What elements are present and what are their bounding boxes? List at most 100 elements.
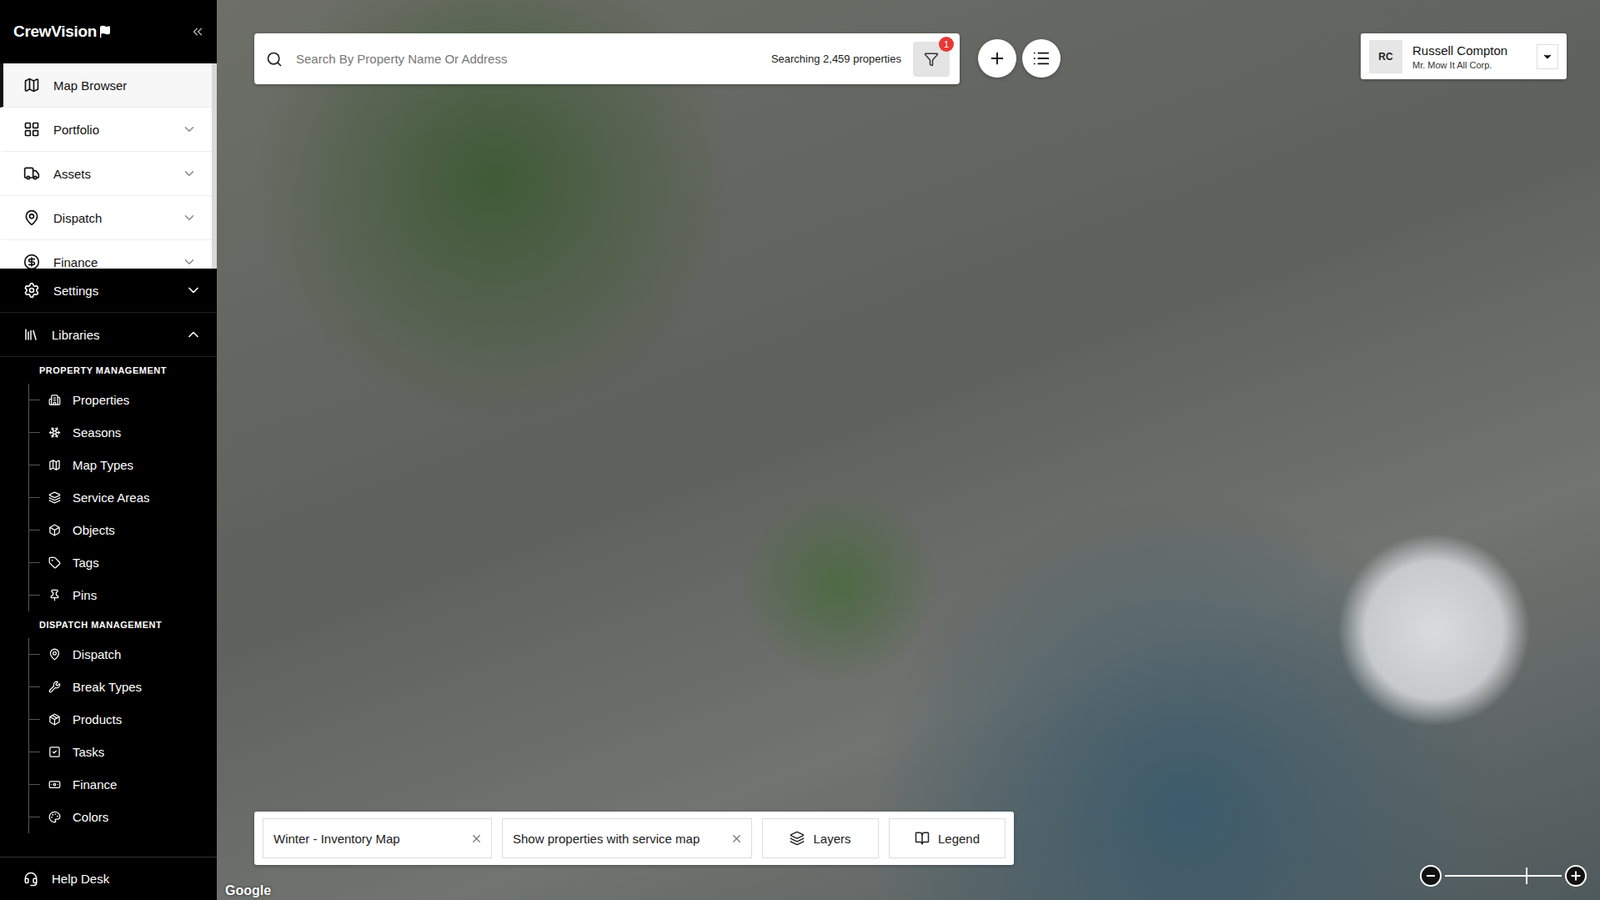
filter-button[interactable]: 1 [912,41,950,77]
user-company: Mr. Mow It All Corp. [1412,60,1527,71]
nav-label: Finance [53,255,169,270]
help-desk[interactable]: Help Desk [0,856,217,900]
group-title: DISPATCH MANAGEMENT [0,611,217,638]
library-icon [23,326,39,342]
chevron-icon [181,210,197,226]
zoom-track[interactable] [1444,874,1562,877]
library-item[interactable]: Properties [0,383,217,417]
plus-icon [988,49,1007,68]
library-item-icon [48,588,61,602]
nav-label: Assets [53,166,169,181]
nav-item[interactable]: Portfolio [0,107,212,152]
library-item[interactable]: Seasons [0,416,217,449]
nav-icon [23,165,41,182]
map-attribution: Google [225,882,271,898]
library-item-label: Map Types [72,457,134,472]
zoom-handle[interactable] [1525,867,1528,884]
headset-icon [23,871,39,887]
library-item-icon [48,712,61,726]
library-item-label: Dispatch [72,647,121,662]
help-label: Help Desk [51,871,110,886]
library-item-icon [48,777,61,791]
add-button[interactable] [978,39,1017,78]
nav-icon [23,253,41,269]
settings-row[interactable]: Settings [0,268,217,313]
library-item-label: Objects [72,522,116,537]
library-item-label: Pins [72,587,97,602]
close-icon [730,832,743,845]
library-item[interactable]: Dispatch [0,637,217,671]
library-item[interactable]: Products [0,702,217,736]
avatar: RC [1369,40,1403,74]
chevron-icon [181,254,197,269]
library-item[interactable]: Objects [0,513,217,547]
chevron-icon [185,281,202,299]
nav-icon [23,120,41,138]
search-icon [265,50,283,68]
library-item-icon [48,393,61,407]
sidebar: CrewVision Map Browser Portfolio Assets Disp… [0,0,217,900]
zoom-in-button[interactable] [1564,864,1587,887]
settings-label: Settings [53,283,172,298]
library-item[interactable]: Tasks [0,735,217,768]
library-item[interactable]: Map Types [0,448,217,482]
library-group: DISPATCH MANAGEMENT Dispatch Break Types Pr… [0,611,217,833]
library-group: PROPERTY MANAGEMENTPropertiesSeasonsMap … [0,356,217,612]
nav-item[interactable]: Assets [0,151,212,196]
nav-label: Map Browser [53,78,197,93]
map-type-value: Winter - Inventory Map [273,831,464,846]
libraries-row[interactable]: Libraries [0,312,217,357]
library-item-icon [48,491,61,504]
map[interactable]: Searching 2,459 properties 1 RC Russell Com… [216,0,1600,900]
layers-button[interactable]: Layers [762,817,879,858]
user-menu-button[interactable] [1536,44,1559,70]
layers-icon [789,830,805,846]
plus-icon [1569,868,1583,883]
logo-text: CrewVision [13,22,97,41]
filter-badge: 1 [938,36,954,52]
map-type-field[interactable]: Winter - Inventory Map [262,817,492,858]
library-item-icon [48,647,61,661]
minus-icon [1426,874,1435,877]
search-count: Searching 2,459 properties [771,52,902,66]
user-text: Russell Compton Mr. Mow It All Corp. [1412,43,1527,71]
user-name: Russell Compton [1412,43,1527,58]
main-nav: Map Browser Portfolio Assets Dispatch Financ… [0,63,217,269]
chevron-icon [181,121,197,137]
nav-item[interactable]: Map Browser [0,63,212,108]
library-item-icon [48,458,61,472]
library-item[interactable]: Break Types [0,670,217,703]
zoom-control [1419,864,1587,887]
filter-icon [923,51,939,67]
search-input[interactable] [294,50,760,67]
logo[interactable]: CrewVision [13,22,112,41]
library-item-label: Colors [72,809,109,824]
app: CrewVision Map Browser Portfolio Assets Disp… [0,0,1600,900]
collapse-button[interactable] [190,24,206,40]
chevrons-left-icon [190,24,206,40]
nav-item[interactable]: Finance [0,240,212,269]
close-icon [470,832,483,845]
library-item-label: Break Types [72,679,142,694]
library-item-label: Tasks [72,744,105,759]
map-toolbar: Winter - Inventory Map Show properties wi… [254,811,1014,865]
library-item[interactable]: Service Areas [0,481,217,514]
library-item-icon [48,556,61,569]
user-card[interactable]: RC Russell Compton Mr. Mow It All Corp. [1360,33,1567,80]
nav-label: Portfolio [53,122,169,137]
library-item[interactable]: Colors [0,800,217,833]
list-button[interactable] [1022,39,1061,78]
library-item-label: Properties [72,392,130,407]
library-item-icon [48,523,61,537]
map-actions [978,39,1061,78]
library-item[interactable]: Finance [0,767,217,801]
map-filter-field[interactable]: Show properties with service map [501,817,753,858]
library-item[interactable]: Pins [0,578,217,612]
nav-item[interactable]: Dispatch [0,195,212,241]
legend-button[interactable]: Legend [888,817,1006,858]
zoom-out-button[interactable] [1419,864,1442,887]
library-item-label: Products [72,712,122,727]
caret-icon [1541,50,1554,63]
chevron-icon [181,165,197,181]
library-item[interactable]: Tags [0,546,217,579]
